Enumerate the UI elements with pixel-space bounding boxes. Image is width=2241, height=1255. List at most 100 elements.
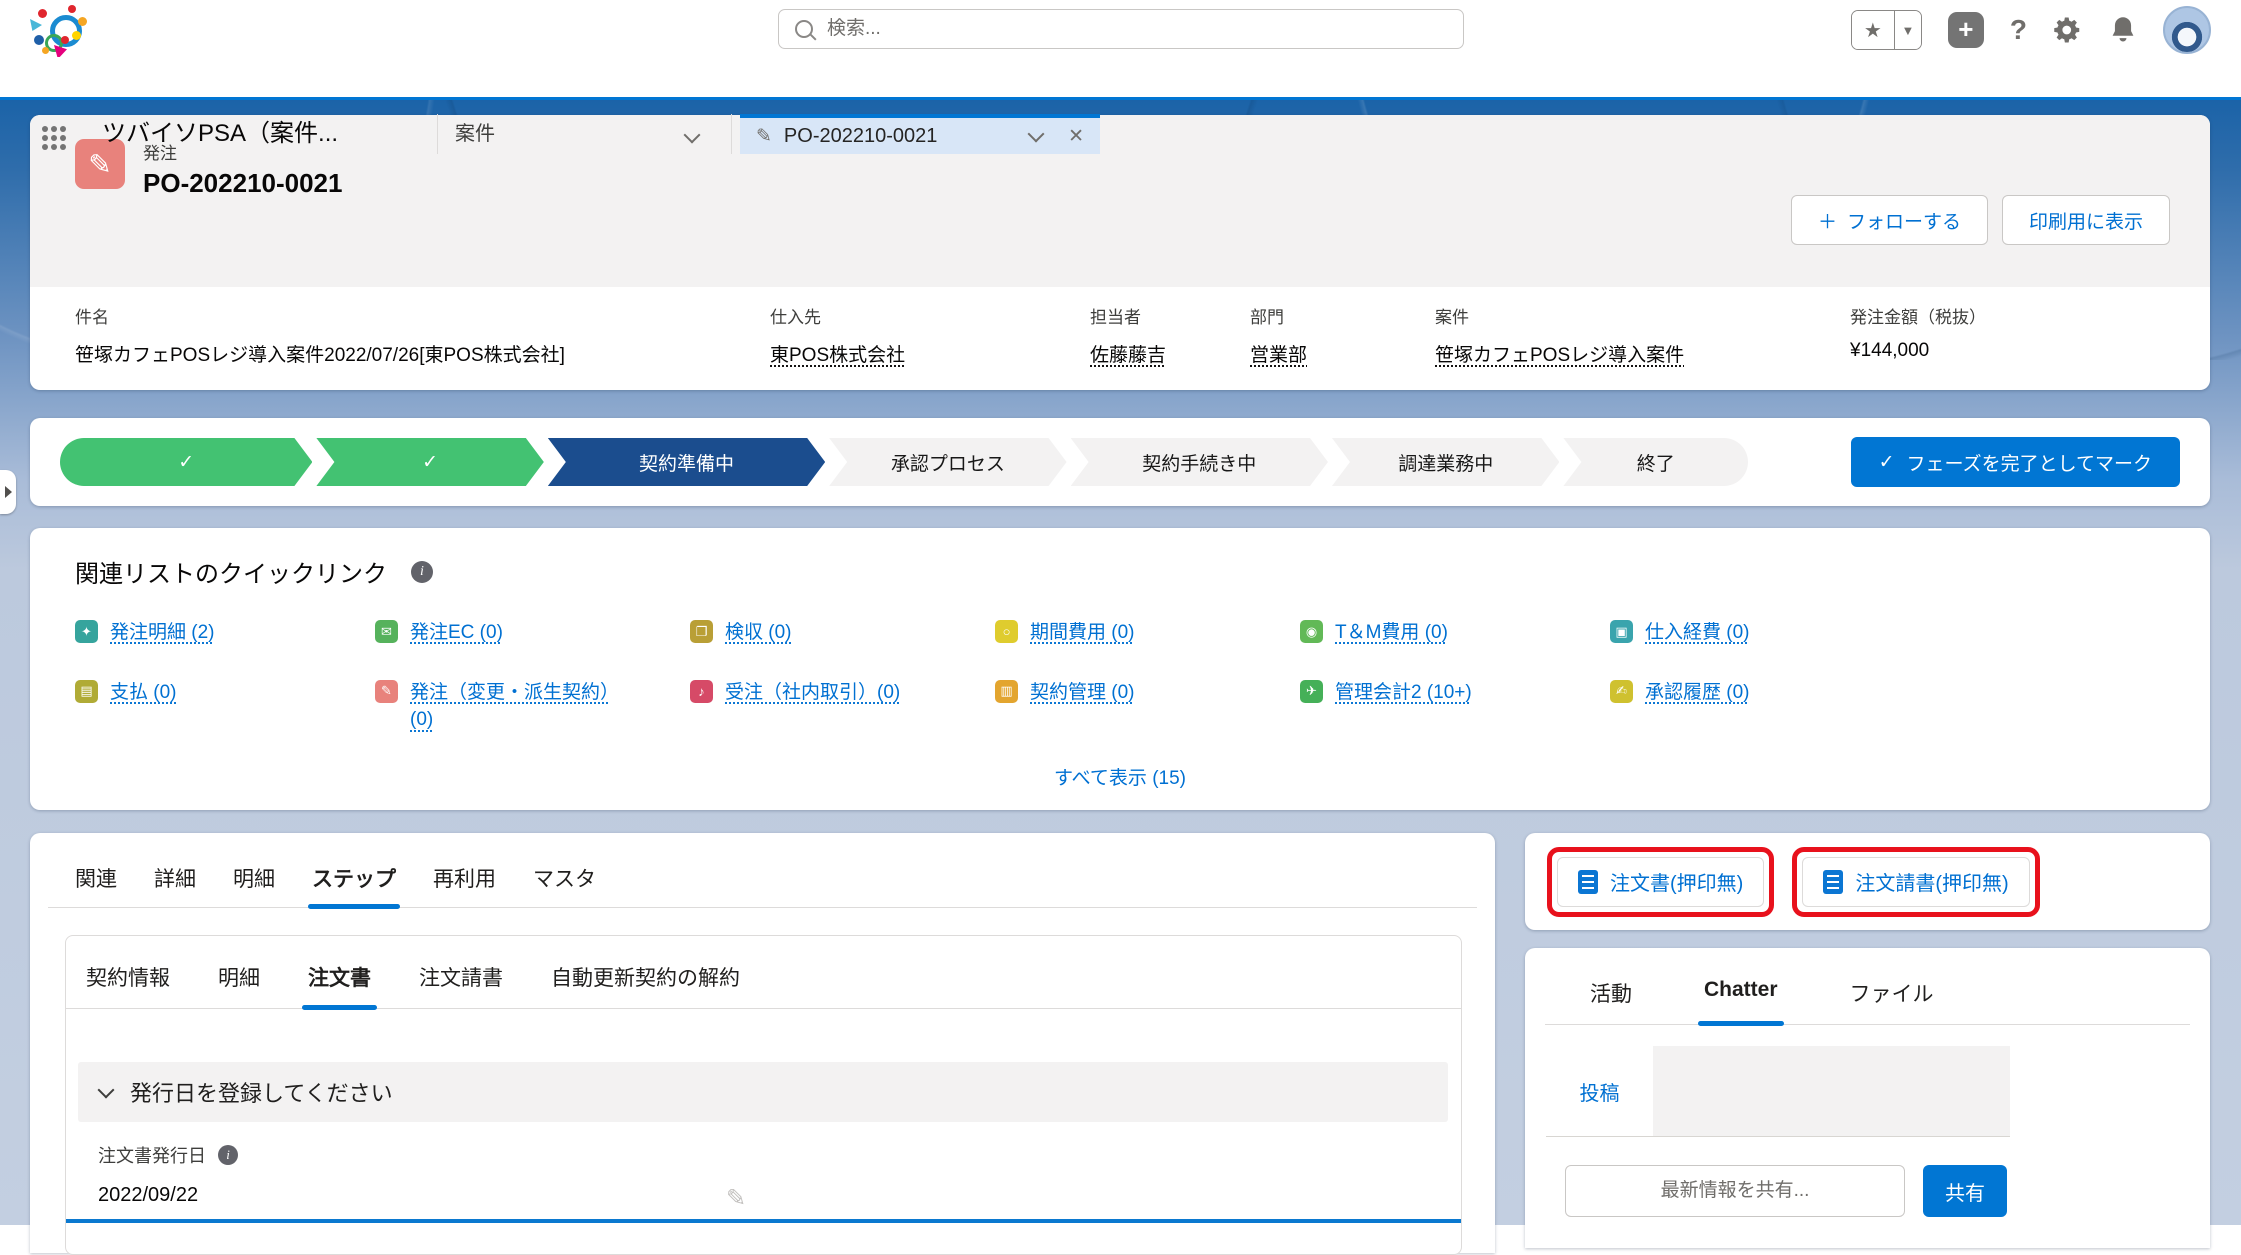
field-amount: 発注金額（税抜） ¥144,000 [1850,308,1986,361]
purchase-order-doc-button[interactable]: 注文書(押印無) [1557,856,1765,907]
po-line-items-icon: ✦ [75,620,98,643]
favorites-star-icon[interactable]: ★ [1851,11,1895,49]
follow-button[interactable]: ＋ フォローする [1790,195,1988,245]
check-icon: ✓ [178,451,195,473]
tab-activity[interactable]: 活動 [1590,978,1632,1024]
issue-date-value: 2022/09/22 [98,1184,199,1206]
internal-order-icon: ♪ [690,679,713,703]
quicklinks-card: 関連リストのクイックリンク i ✦ 発注明細 (2) ✉ 発注EC (0) ❐ … [30,528,2210,810]
search-icon [795,20,813,38]
split-view-toggle[interactable] [0,470,16,514]
path-card: ✓ ✓ 契約準備中 承認プロセス 契約手続き中 調達業務中 終了 ✓ フェーズを… [30,418,2210,506]
info-icon[interactable]: i [411,560,433,583]
quicklink-inspection: ❐ 検収 (0) [690,619,995,647]
quicklink-tm-cost: ◉ T＆M費用 (0) [1300,619,1610,647]
tm-cost-icon: ◉ [1300,620,1323,643]
tab-related[interactable]: 関連 [75,863,117,907]
tab-steps[interactable]: ステップ [308,863,400,909]
path-step-approval[interactable]: 承認プロセス [829,438,1066,486]
subtab-lines[interactable]: 明細 [218,962,260,1008]
company-logo [28,3,88,59]
chevron-down-icon [97,1081,115,1098]
tab-close-icon[interactable]: ✕ [1068,125,1084,148]
tab-master[interactable]: マスタ [533,863,596,907]
chatter-card: 活動 Chatter ファイル 投稿 共有 [1525,948,2210,1248]
pencil-icon: ✎ [756,125,772,147]
app-launcher-icon[interactable] [42,126,48,132]
field-project: 案件 笹塚カフェPOSレジ導入案件 [1435,308,1685,366]
tab-chatter[interactable]: Chatter [1698,978,1783,1026]
quicklink-po-change: ✎ 発注（変更・派生契約）(0) [375,679,690,734]
global-header: ★ ▼ + ? [0,0,2241,59]
subtab-purchase-order[interactable]: 注文書 [302,962,377,1010]
side-tabs: 活動 Chatter ファイル [1545,948,2190,1026]
path-step-contract[interactable]: 契約手続き中 [1071,438,1328,486]
quicklink-contract-mgmt: ▥ 契約管理 (0) [995,679,1300,734]
setup-gear-icon[interactable] [2053,15,2083,45]
tab-files[interactable]: ファイル [1850,978,1934,1024]
approval-history-icon: ✍ [1610,679,1633,703]
share-update-input[interactable] [1565,1165,1905,1217]
quicklinks-title: 関連リストのクイックリンク [75,561,387,588]
record-header-card: ✎ 発注 PO-202210-0021 ＋ フォローする 印刷用に表示 件名 笹… [30,115,2210,390]
issue-date-section-header[interactable]: 発行日を登録してください [78,1062,1448,1122]
order-confirmation-doc-button[interactable]: 注文請書(押印無) [1802,856,2030,907]
document-icon [1823,869,1844,894]
step-subtabs: 契約情報 明細 注文書 注文請書 自動更新契約の解約 [66,936,1461,1010]
path-step-complete-1[interactable]: ✓ [60,438,312,486]
path-step-current[interactable]: 契約準備中 [548,438,825,486]
document-actions-card: 注文書(押印無) 注文請書(押印無) [1525,833,2210,930]
field-subject: 件名 笹塚カフェPOSレジ導入案件2022/07/26[東POS株式会社] [75,308,565,366]
inspection-icon: ❐ [690,620,713,643]
issue-date-field: 注文書発行日 i 2022/09/22 [98,1142,238,1207]
quicklink-period-cost: ○ 期間費用 (0) [995,619,1300,647]
share-button[interactable]: 共有 [1923,1165,2007,1217]
quicklink-internal-order: ♪ 受注（社内取引）(0) [690,679,995,734]
record-detail-card: 関連 詳細 明細 ステップ 再利用 マスタ 契約情報 明細 注文書 注文請書 自… [30,833,1495,1255]
help-icon[interactable]: ? [2010,14,2027,46]
workspace-tab-record[interactable]: ✎ PO-202210-0021 ✕ [740,114,1100,154]
tab-reuse[interactable]: 再利用 [433,863,496,907]
quicklinks-grid: ✦ 発注明細 (2) ✉ 発注EC (0) ❐ 検収 (0) ○ 期間費用 (0… [75,619,2210,734]
mark-phase-complete-button[interactable]: ✓ フェーズを完了としてマーク [1850,437,2180,487]
plus-icon: ＋ [1817,211,1837,233]
print-view-button[interactable]: 印刷用に表示 [2001,195,2170,245]
post-tab[interactable]: 投稿 [1546,1046,1653,1136]
path-step-procurement[interactable]: 調達業務中 [1332,438,1559,486]
quicklink-mgmt-accounting: ✈ 管理会計2 (10+) [1300,679,1610,734]
path-step-complete-2[interactable]: ✓ [316,438,543,486]
red-annotation-box-2: 注文請書(押印無) [1792,846,2040,917]
field-department: 部門 営業部 [1250,308,1308,366]
steps-inner-card: 契約情報 明細 注文書 注文請書 自動更新契約の解約 発行日を登録してください … [65,935,1462,1255]
path-step-end[interactable]: 終了 [1563,438,1748,486]
mgmt-accounting-icon: ✈ [1300,679,1323,703]
favorites-dropdown-icon[interactable]: ▼ [1894,11,1921,49]
po-change-icon: ✎ [375,679,398,703]
edit-pencil-icon[interactable]: ✎ [726,1184,746,1213]
show-all-link[interactable]: すべて表示 (15) [1054,768,1186,789]
subtab-auto-renewal-cancel[interactable]: 自動更新契約の解約 [551,962,740,1008]
subtab-contract-info[interactable]: 契約情報 [86,962,170,1008]
search-input[interactable] [825,17,1447,41]
info-icon[interactable]: i [218,1145,238,1165]
tab-dropdown-icon[interactable] [1027,125,1045,143]
period-cost-icon: ○ [995,620,1018,643]
field-supplier: 仕入先 東POS株式会社 [770,308,906,366]
publisher-tab-strip: 投稿 [1546,1046,2010,1137]
user-avatar[interactable] [2163,6,2211,54]
tab-lines[interactable]: 明細 [233,863,275,907]
document-icon [1578,869,1598,894]
purchase-expense-icon: ▣ [1610,620,1633,643]
quicklink-po-ec: ✉ 発注EC (0) [375,619,690,647]
notifications-bell-icon[interactable] [2109,15,2137,45]
nav-tab-anken[interactable]: 案件 [455,114,495,154]
main-tabs: 関連 詳細 明細 ステップ 再利用 マスタ [48,833,1477,909]
payment-icon: ▤ [75,679,98,703]
red-annotation-box-1: 注文書(押印無) [1547,846,1775,917]
favorites-button-group: ★ ▼ [1850,10,1922,50]
subtab-order-confirmation[interactable]: 注文請書 [419,962,503,1008]
quicklink-approval-history: ✍ 承認履歴 (0) [1610,679,2210,734]
field-owner: 担当者 佐藤藤吉 [1090,308,1167,366]
tab-details[interactable]: 詳細 [154,863,196,907]
global-actions-icon[interactable]: + [1947,12,1984,48]
